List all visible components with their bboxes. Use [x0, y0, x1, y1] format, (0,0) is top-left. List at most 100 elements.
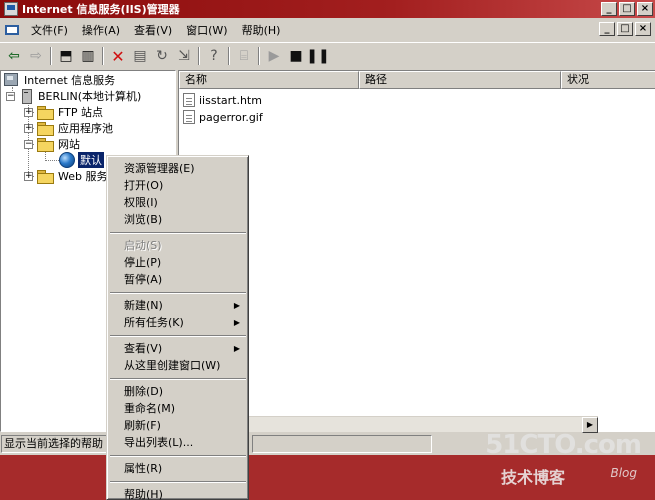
minimize-button[interactable]: _: [601, 2, 617, 16]
child-close-button[interactable]: ×: [635, 22, 651, 36]
watermark-main: 51CTO.com: [485, 430, 642, 460]
menu-separator: [110, 292, 246, 294]
list-item[interactable]: pagerror.gif: [183, 109, 263, 125]
status-text: 显示当前选择的帮助: [1, 435, 109, 453]
tree-item-server[interactable]: − BERLIN(本地计算机): [6, 88, 143, 104]
watermark: 51CTO.com 技术博客 Blog: [485, 430, 642, 492]
toolbar: ⇦ ⇨ ⬒ ▥ ✕ ▤ ↻ ⇲ ? ⌸ ▶ ■ ❚❚: [0, 42, 655, 69]
menu-action[interactable]: 操作(A): [75, 19, 127, 41]
list-header: 名称 路径 状况: [179, 71, 655, 89]
menu-separator: [110, 481, 246, 483]
menu-item-rename[interactable]: 重命名(M): [110, 400, 246, 417]
toolbar-separator: [258, 47, 260, 65]
menu-item-stop[interactable]: 停止(P): [110, 254, 246, 271]
server-icon: [19, 89, 33, 104]
menu-item-view[interactable]: 查看(V) ▶: [110, 340, 246, 357]
list-item-name: pagerror.gif: [199, 110, 263, 124]
column-header-path[interactable]: 路径: [359, 71, 561, 89]
list-item[interactable]: iisstart.htm: [183, 92, 262, 108]
menu-item-new-window[interactable]: 从这里创建窗口(W): [110, 357, 246, 374]
tree-item-websites[interactable]: − 网站: [24, 136, 82, 152]
collapse-icon[interactable]: −: [24, 139, 33, 149]
menu-view[interactable]: 查看(V): [127, 19, 179, 41]
properties-icon[interactable]: ▤: [129, 45, 151, 67]
expand-icon[interactable]: +: [24, 107, 33, 117]
menu-window[interactable]: 窗口(W): [179, 19, 234, 41]
menu-item-new[interactable]: 新建(N) ▶: [110, 297, 246, 314]
toolbar-separator: [102, 47, 104, 65]
tree-root[interactable]: Internet 信息服务: [3, 72, 117, 88]
menu-item-browse[interactable]: 浏览(B): [110, 211, 246, 228]
window-title: Internet 信息服务(IIS)管理器: [22, 3, 180, 16]
maximize-button[interactable]: □: [619, 2, 635, 16]
menu-separator: [110, 335, 246, 337]
folder-icon: [37, 138, 54, 152]
iis-app-icon: [4, 2, 18, 16]
menu-item-pause[interactable]: 暂停(A): [110, 271, 246, 288]
refresh-icon[interactable]: ↻: [151, 45, 173, 67]
menu-item-explore[interactable]: 资源管理器(E): [110, 160, 246, 177]
status-panel: [252, 435, 432, 453]
close-button[interactable]: ×: [637, 2, 653, 16]
tree-item-web-service-extensions[interactable]: + Web 服务: [24, 168, 109, 184]
tree-item-app-pools[interactable]: + 应用程序池: [24, 120, 115, 136]
menu-separator: [110, 455, 246, 457]
menu-item-export-list[interactable]: 导出列表(L)...: [110, 434, 246, 451]
forward-arrow-icon[interactable]: ⇨: [25, 45, 47, 67]
menu-item-all-tasks[interactable]: 所有任务(K) ▶: [110, 314, 246, 331]
delete-icon[interactable]: ✕: [107, 45, 129, 67]
menu-item-properties[interactable]: 属性(R): [110, 460, 246, 477]
menu-item-refresh[interactable]: 刷新(F): [110, 417, 246, 434]
column-header-name[interactable]: 名称: [179, 71, 359, 89]
menu-item-open[interactable]: 打开(O): [110, 177, 246, 194]
list-pane[interactable]: 名称 路径 状况 iisstart.htm pagerror.gif: [178, 70, 655, 432]
menu-item-start: 启动(S): [124, 239, 162, 252]
window-controls: _ □ ×: [601, 2, 653, 16]
tree-connector: [45, 160, 59, 161]
pause-icon[interactable]: ❚❚: [306, 45, 329, 67]
menu-separator: [110, 232, 246, 234]
folder-icon: [37, 122, 54, 136]
context-menu: 资源管理器(E) 打开(O) 权限(I) 浏览(B) 启动(S) 停止(P) 暂…: [106, 155, 249, 500]
menu-item-new-label: 新建(N): [124, 299, 163, 312]
tree-server-label: BERLIN(本地计算机): [38, 90, 142, 103]
menu-item-delete[interactable]: 删除(D): [110, 383, 246, 400]
folder-icon: [37, 170, 54, 184]
menu-item-help[interactable]: 帮助(H): [110, 486, 246, 500]
up-folder-icon[interactable]: ⬒: [55, 45, 77, 67]
child-restore-button[interactable]: □: [617, 22, 633, 36]
menu-help[interactable]: 帮助(H): [235, 19, 288, 41]
toolbar-separator: [198, 47, 200, 65]
tree-item-ftp-sites[interactable]: + FTP 站点: [24, 104, 105, 120]
start-icon[interactable]: ▶: [263, 45, 285, 67]
toolbar-separator: [228, 47, 230, 65]
menu-item-permissions[interactable]: 权限(I): [110, 194, 246, 211]
mmc-console-icon[interactable]: [4, 22, 20, 38]
menu-file[interactable]: 文件(F): [24, 19, 75, 41]
connect-computer-icon[interactable]: ⌸: [233, 45, 255, 67]
image-file-icon: [183, 110, 195, 124]
title-bar: Internet 信息服务(IIS)管理器 _ □ ×: [0, 0, 655, 18]
tree-websites-label: 网站: [58, 138, 80, 151]
submenu-arrow-icon: ▶: [233, 301, 240, 310]
menu-bar: 文件(F) 操作(A) 查看(V) 窗口(W) 帮助(H) _ □ ×: [0, 18, 655, 42]
collapse-icon[interactable]: −: [6, 91, 15, 101]
expand-icon[interactable]: +: [24, 171, 33, 181]
watermark-sub: 技术博客: [501, 468, 566, 487]
folder-icon: [37, 106, 54, 120]
column-header-status[interactable]: 状况: [561, 71, 655, 89]
child-minimize-button[interactable]: _: [599, 22, 615, 36]
expand-icon[interactable]: +: [24, 123, 33, 133]
back-arrow-icon[interactable]: ⇦: [3, 45, 25, 67]
tree-item-default-website[interactable]: 默认: [59, 152, 104, 168]
globe-icon: [59, 152, 75, 168]
export-list-icon[interactable]: ⇲: [173, 45, 195, 67]
stop-icon[interactable]: ■: [285, 45, 307, 67]
tree-ftp-label: FTP 站点: [58, 106, 103, 119]
help-icon[interactable]: ?: [203, 45, 225, 67]
menu-item-all-tasks-label: 所有任务(K): [124, 316, 184, 329]
menu-item-view-label: 查看(V): [124, 342, 163, 355]
show-tree-icon[interactable]: ▥: [77, 45, 99, 67]
list-item-name: iisstart.htm: [199, 93, 262, 107]
toolbar-separator: [50, 47, 52, 65]
